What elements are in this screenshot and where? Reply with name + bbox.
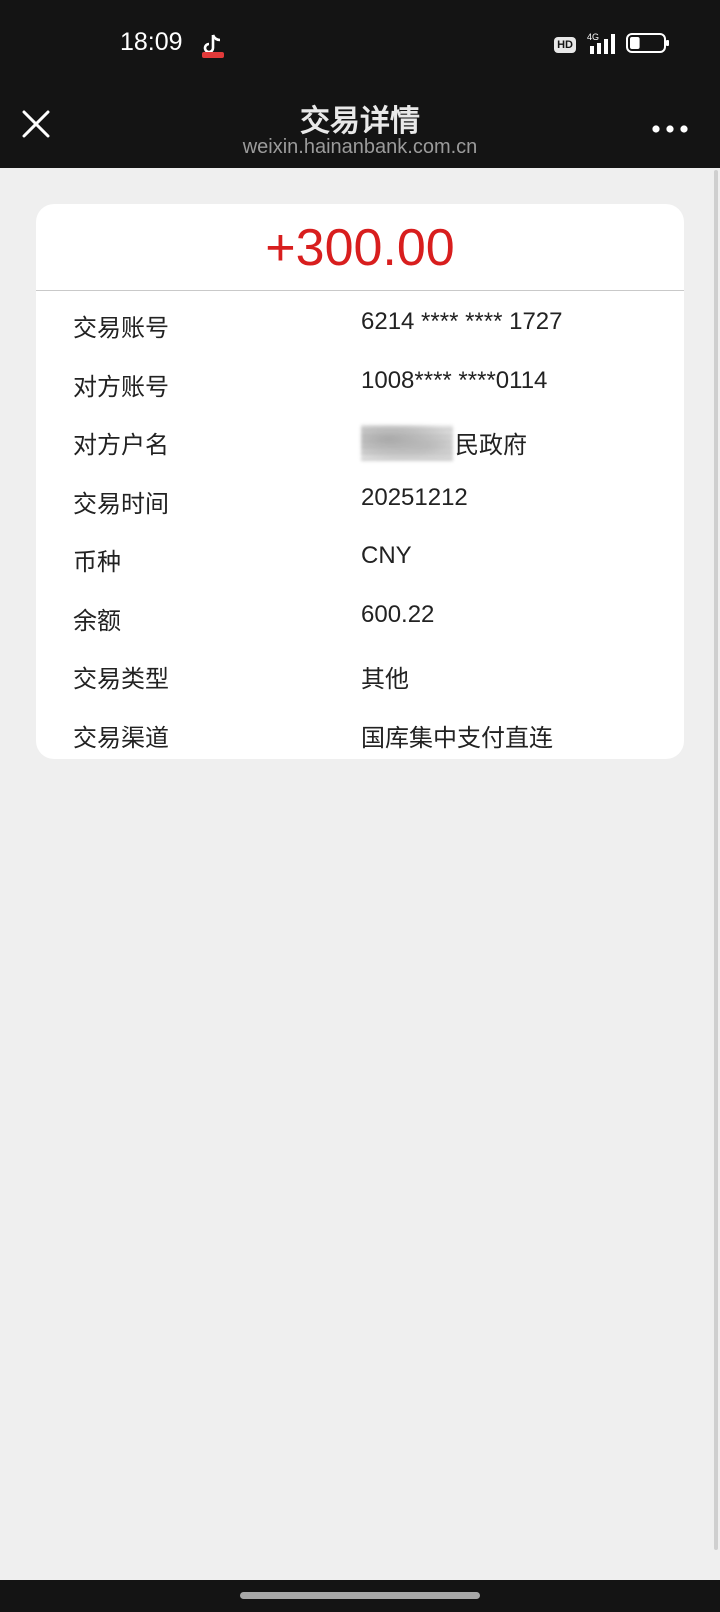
transaction-card: +300.00 交易账号 6214 **** **** 1727 对方账号 10…: [36, 204, 684, 759]
detail-row-currency: 币种 CNY: [36, 526, 684, 585]
detail-row-counterparty-account: 对方账号 1008**** ****0114: [36, 351, 684, 410]
detail-label: 交易账号: [73, 314, 169, 342]
tiktok-icon: [200, 32, 226, 60]
transaction-amount: +300.00: [265, 219, 455, 277]
detail-row-type: 交易类型 其他: [36, 643, 684, 702]
system-nav-bar: [0, 1580, 720, 1612]
hd-badge: HD: [554, 37, 576, 53]
detail-value: 6214 **** **** 1727: [361, 308, 563, 335]
detail-value: 1008**** ****0114: [361, 366, 548, 394]
status-bar: 18:09 HD 4G: [0, 0, 720, 86]
detail-label: 币种: [73, 548, 121, 576]
home-indicator[interactable]: [240, 1592, 480, 1599]
redacted-blur: [361, 424, 453, 461]
detail-label: 交易渠道: [73, 723, 169, 752]
signal-bars-icon: 4G: [584, 31, 618, 59]
page-title: 交易详情: [300, 104, 420, 139]
detail-row-counterparty-name: 对方户名 民政府: [36, 409, 684, 468]
divider: [36, 290, 684, 291]
detail-label: 对方户名: [73, 431, 169, 459]
detail-row-time: 交易时间 20251212: [36, 468, 684, 527]
detail-row-account: 交易账号 6214 **** **** 1727: [36, 292, 684, 351]
status-indicators: HD 4G: [554, 32, 670, 58]
status-time: 18:09: [120, 28, 183, 56]
detail-value: CNY: [361, 542, 412, 569]
detail-row-balance: 余额 600.22: [36, 585, 684, 644]
scrollbar[interactable]: [714, 170, 718, 1550]
detail-value: 20251212: [361, 483, 468, 511]
page-url: weixin.hainanbank.com.cn: [242, 136, 478, 158]
detail-value: 600.22: [361, 600, 435, 628]
detail-label: 交易时间: [73, 489, 169, 518]
network-label: 4G: [587, 32, 599, 42]
detail-value: 国库集中支付直连: [361, 724, 553, 752]
detail-label: 余额: [73, 606, 121, 635]
detail-value-wrap: 民政府: [361, 424, 527, 461]
more-button[interactable]: [650, 120, 690, 133]
detail-value: 民政府: [455, 432, 527, 459]
more-icon: [652, 125, 688, 133]
detail-row-channel: 交易渠道 国库集中支付直连: [36, 702, 684, 760]
detail-list: 交易账号 6214 **** **** 1727 对方账号 1008**** *…: [36, 292, 684, 759]
nav-bar: 交易详情 weixin.hainanbank.com.cn: [0, 86, 720, 168]
detail-label: 对方账号: [73, 372, 169, 401]
detail-value: 其他: [361, 666, 409, 693]
battery-icon: [626, 32, 670, 58]
detail-label: 交易类型: [73, 665, 169, 693]
